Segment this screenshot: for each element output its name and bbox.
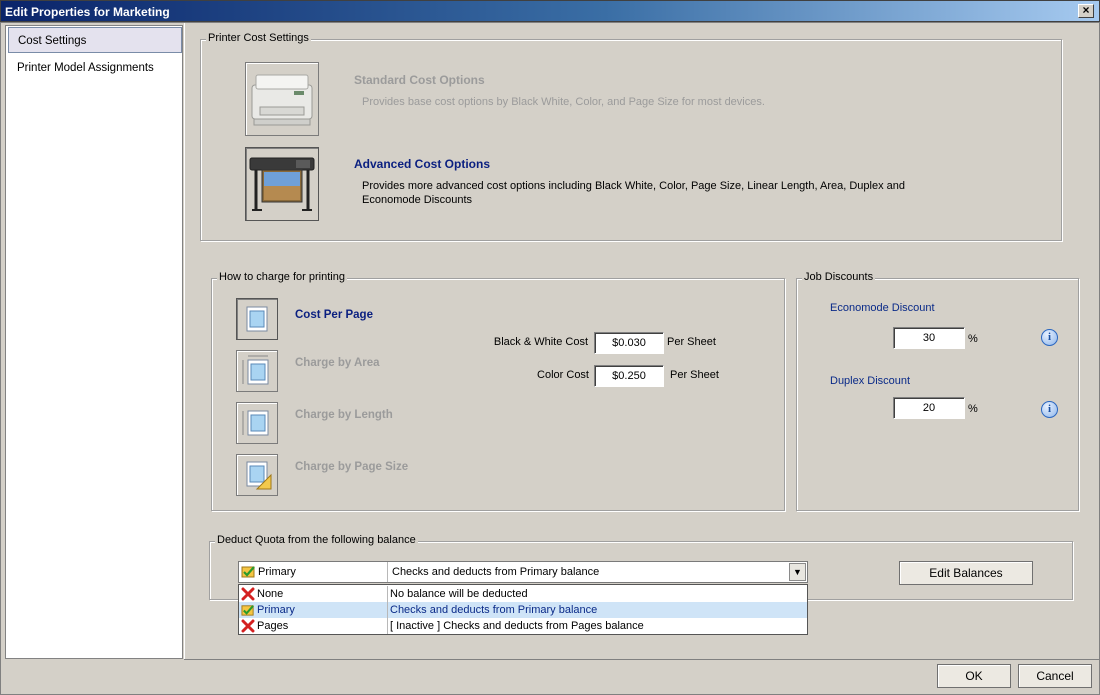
page-icon [246, 306, 268, 332]
edit-balances-button[interactable]: Edit Balances [899, 561, 1033, 585]
chevron-down-icon[interactable]: ▼ [789, 563, 806, 581]
bw-cost-unit: Per Sheet [667, 336, 716, 348]
cancel-button[interactable]: Cancel [1018, 664, 1092, 688]
standard-cost-option-button[interactable] [245, 62, 319, 136]
group-legend: Deduct Quota from the following balance [215, 534, 418, 546]
window-title: Edit Properties for Marketing [5, 5, 170, 19]
balance-select-description: Checks and deducts from Primary balance [392, 566, 600, 578]
laser-printer-icon [251, 74, 313, 126]
group-legend: Job Discounts [802, 271, 876, 283]
column-divider [387, 618, 388, 634]
dialog-window: Cost Settings Printer Model Assignments … [0, 22, 1100, 695]
color-cost-input[interactable]: $0.250 [594, 365, 664, 387]
percent-label: % [968, 403, 978, 415]
title-bar: Edit Properties for Marketing × [0, 0, 1100, 22]
bw-cost-label: Black & White Cost [493, 336, 588, 348]
dropdown-option-name: Pages [257, 620, 289, 632]
sidebar: Cost Settings Printer Model Assignments [5, 25, 183, 659]
charge-by-page-size-label: Charge by Page Size [295, 461, 409, 473]
balance-select[interactable]: Primary Checks and deducts from Primary … [238, 561, 808, 583]
standard-cost-options-title: Standard Cost Options [354, 73, 485, 87]
job-discounts-group: Job Discounts Economode Discount 30 % i … [796, 271, 1079, 511]
advanced-cost-options-title: Advanced Cost Options [354, 157, 491, 171]
charge-by-page-size-button[interactable] [236, 454, 278, 496]
cost-per-page-label: Cost Per Page [295, 309, 373, 321]
cost-per-page-button[interactable] [236, 298, 278, 340]
charge-by-area-button[interactable] [236, 350, 278, 392]
area-icon [242, 355, 269, 385]
group-legend: How to charge for printing [217, 271, 347, 283]
dropdown-option-none[interactable]: None No balance will be deducted [239, 586, 807, 602]
balance-active-icon [241, 605, 254, 616]
footer-divider [184, 659, 1100, 660]
dropdown-option-description: [ Inactive ] Checks and deducts from Pag… [390, 620, 644, 632]
dropdown-option-description: No balance will be deducted [390, 588, 528, 600]
duplex-discount-input[interactable]: 20 [893, 397, 965, 419]
printer-cost-settings-group: Printer Cost Settings Standard Cost Opti… [200, 32, 1062, 241]
main-content: Printer Cost Settings Standard Cost Opti… [184, 23, 1099, 659]
how-to-charge-group: How to charge for printing Cost Per Page… [211, 271, 785, 511]
advanced-cost-option-button[interactable] [245, 147, 319, 221]
balance-select-name: Primary [258, 566, 296, 578]
color-cost-unit: Per Sheet [670, 369, 719, 381]
dropdown-option-primary[interactable]: Primary Checks and deducts from Primary … [239, 602, 807, 618]
sidebar-item-cost-settings[interactable]: Cost Settings [8, 27, 182, 53]
column-divider [387, 562, 388, 582]
duplex-discount-label: Duplex Discount [830, 375, 911, 387]
dropdown-option-name: None [257, 588, 284, 600]
info-icon[interactable]: i [1041, 401, 1058, 418]
advanced-cost-options-description-line2: Economode Discounts [362, 194, 473, 206]
close-button[interactable]: × [1078, 4, 1094, 18]
inactive-x-icon [241, 587, 255, 601]
length-icon [242, 410, 269, 436]
balance-dropdown-list: None No balance will be deducted Primary… [238, 584, 808, 635]
percent-label: % [968, 333, 978, 345]
charge-by-length-button[interactable] [236, 402, 278, 444]
dropdown-option-pages[interactable]: Pages [ Inactive ] Checks and deducts fr… [239, 618, 807, 634]
advanced-cost-options-description-line1: Provides more advanced cost options incl… [362, 180, 905, 192]
inactive-x-icon [241, 619, 255, 633]
column-divider [387, 602, 388, 618]
sidebar-item-label: Printer Model Assignments [17, 62, 154, 74]
sidebar-item-label: Cost Settings [18, 35, 87, 47]
wide-format-printer-icon [249, 157, 315, 211]
group-legend: Printer Cost Settings [206, 32, 311, 44]
close-icon: × [1082, 3, 1090, 17]
charge-by-area-label: Charge by Area [295, 357, 380, 369]
balance-active-icon [241, 566, 255, 578]
page-size-icon [246, 461, 272, 490]
color-cost-label: Color Cost [537, 369, 589, 381]
info-icon[interactable]: i [1041, 329, 1058, 346]
standard-cost-options-description: Provides base cost options by Black Whit… [362, 96, 765, 108]
economode-discount-label: Economode Discount [830, 302, 935, 314]
ok-button[interactable]: OK [937, 664, 1011, 688]
dropdown-option-description: Checks and deducts from Primary balance [390, 604, 598, 616]
dropdown-option-name: Primary [257, 604, 295, 616]
bw-cost-input[interactable]: $0.030 [594, 332, 664, 354]
sidebar-item-printer-model-assignments[interactable]: Printer Model Assignments [8, 55, 182, 81]
column-divider [387, 586, 388, 602]
economode-discount-input[interactable]: 30 [893, 327, 965, 349]
charge-by-length-label: Charge by Length [295, 409, 393, 421]
